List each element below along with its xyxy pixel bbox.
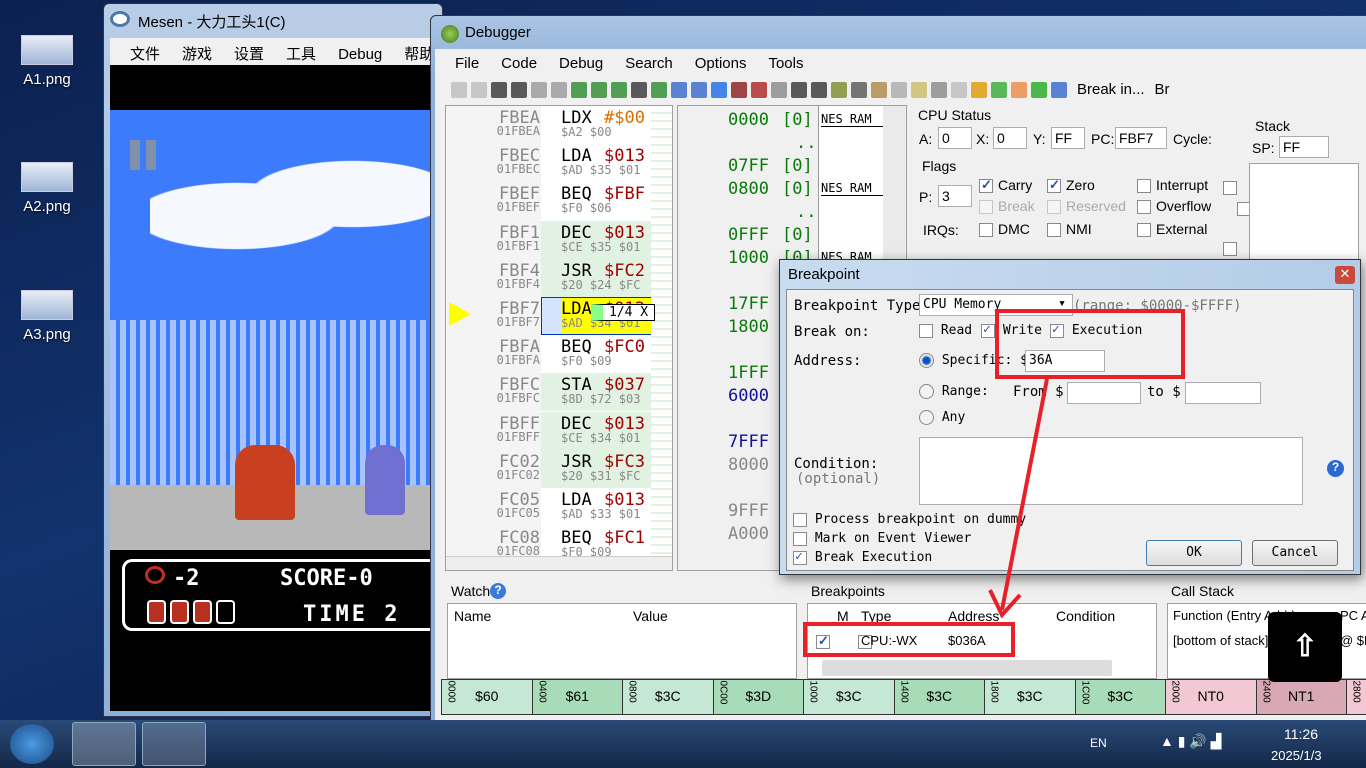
taskbar: EN ▲ ▮ 🔊 ▟ 11:26 2025/1/3	[0, 720, 1366, 768]
taskbar-mesen[interactable]	[72, 722, 136, 766]
tray-icons[interactable]: ▲ ▮ 🔊 ▟	[1160, 733, 1221, 750]
clock-time[interactable]: 11:26	[1284, 726, 1318, 742]
app-logo-icon: ⇧	[1268, 612, 1342, 682]
language-indicator[interactable]: EN	[1090, 736, 1107, 750]
start-button[interactable]	[10, 724, 54, 764]
taskbar-paint[interactable]	[142, 722, 206, 766]
clock-date[interactable]: 2025/1/3	[1271, 748, 1322, 763]
annotation-arrow	[988, 378, 1049, 619]
